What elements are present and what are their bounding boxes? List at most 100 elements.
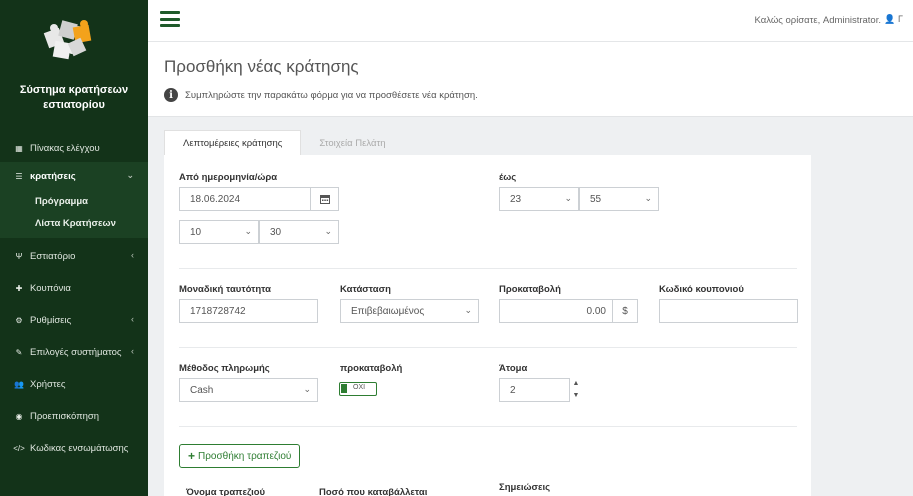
menu-toggle-icon[interactable]: [160, 11, 180, 29]
sidebar-subitem-booking-list[interactable]: Λίστα Κρατήσεων: [0, 212, 148, 238]
brand-line-2: εστιατορίου: [43, 99, 105, 111]
sidebar-item-label: Εστιατόριο: [30, 250, 76, 262]
chevron-left-icon: ‹: [131, 314, 134, 324]
from-hour-value: 10: [190, 226, 202, 238]
to-hour-value: 23: [510, 193, 522, 205]
users-icon: 👥: [14, 379, 24, 389]
brand-line-1: Σύστημα κρατήσεων: [19, 84, 129, 96]
divider: [179, 347, 797, 348]
people-stepper[interactable]: ▲ ▼: [570, 378, 582, 402]
divider: [179, 268, 797, 269]
sidebar-item-label: Προεπισκόπηση: [30, 410, 100, 422]
page-hint: i Συμπληρώστε την παρακάτω φόρμα για να …: [164, 88, 478, 102]
chevron-left-icon: ‹: [131, 250, 134, 260]
unique-id-input[interactable]: 1718728742: [179, 299, 318, 323]
user-initial: Γ: [898, 14, 903, 24]
page-header: Προσθήκη νέας κράτησης i Συμπληρώστε την…: [148, 42, 913, 117]
sidebar-item-settings[interactable]: ⚙ Ρυθμίσεις ‹: [0, 306, 148, 334]
notes-label: Σημειώσεις: [499, 482, 551, 493]
cogs-icon: ⚙: [15, 315, 23, 325]
add-table-button[interactable]: + Προσθήκη τραπεζιού: [179, 444, 301, 468]
sidebar-item-embed-code[interactable]: </> Κωδικας ενσωμάτωσης: [0, 434, 148, 462]
sidebar-item-label: Χρήστες: [30, 378, 66, 390]
code-icon: </>: [13, 443, 25, 453]
sidebar-item-label: Ρυθμίσεις: [30, 314, 72, 326]
sidebar-subitem-label: Πρόγραμμα: [35, 195, 89, 207]
amount-column: Ποσό που καταβάλλεται: [319, 487, 428, 496]
people-input[interactable]: 2: [499, 378, 570, 402]
restaurant-icon: Ψ: [15, 251, 23, 261]
date-input[interactable]: 18.06.2024: [179, 187, 311, 211]
sidebar-menu: ▦ Πίνακας ελέγχου ☰ κρατήσεις ⌄ Πρόγραμμ…: [0, 134, 148, 462]
sidebar-item-coupons[interactable]: ✚ Κουπόνια: [0, 274, 148, 302]
sidebar-item-preview[interactable]: ◉ Προεπισκόπηση: [0, 402, 148, 430]
from-datetime-label: Από ημερομηνία/ώρα: [179, 172, 278, 183]
dashboard-icon: ▦: [15, 143, 23, 153]
user-menu[interactable]: 👤 Γ: [884, 14, 903, 25]
sidebar: Σύστημα κρατήσεων εστιατορίου ▦ Πίνακας …: [0, 0, 148, 496]
info-icon: i: [164, 88, 178, 102]
deposit-label: Προκαταβολή: [499, 284, 561, 295]
chevron-down-icon: ⌄: [126, 170, 134, 180]
divider: [179, 426, 797, 427]
calendar-glyph: [319, 195, 330, 204]
sidebar-item-users[interactable]: 👥 Χρήστες: [0, 370, 148, 398]
list-icon: ☰: [15, 171, 23, 181]
unique-id-label: Μοναδική ταυτότητα: [179, 284, 271, 295]
currency-addon: $: [612, 299, 638, 323]
sidebar-item-bookings[interactable]: ☰ κρατήσεις ⌄: [0, 162, 148, 190]
topbar: Καλώς ορίσατε, Administrator. 👤 Γ: [148, 0, 913, 42]
chevron-down-icon: ⌄: [324, 226, 332, 236]
sidebar-item-system-options[interactable]: ✎ Επιλογές συστήματος ‹: [0, 338, 148, 366]
status-value: Επιβεβαιωμένος: [351, 305, 425, 317]
prepay-toggle[interactable]: ΟΧΙ: [339, 382, 377, 396]
brand-title: Σύστημα κρατήσεων εστιατορίου: [0, 83, 148, 113]
gift-icon: ✚: [15, 283, 23, 293]
wrench-icon: ✎: [15, 347, 23, 357]
hint-text: Συμπληρώστε την παρακάτω φόρμα για να πρ…: [185, 89, 478, 101]
sidebar-item-label: κρατήσεις: [30, 170, 76, 182]
deposit-input[interactable]: 0.00: [499, 299, 613, 323]
people-label: Άτομα: [499, 363, 528, 374]
payment-method-label: Μέθοδος πληρωμής: [179, 363, 270, 374]
sidebar-item-label: Πίνακας ελέγχου: [30, 142, 100, 154]
coupon-input[interactable]: [659, 299, 798, 323]
welcome-text: Καλώς ορίσατε, Administrator.: [754, 15, 881, 26]
coupon-label: Κωδικό κουπονιού: [659, 284, 744, 295]
tab-booking-details[interactable]: Λεπτομέρειες κράτησης: [164, 130, 302, 156]
eye-icon: ◉: [15, 411, 23, 421]
to-hour-select[interactable]: 23 ⌄: [499, 187, 579, 211]
table-name-column: Όνομα τραπεζιού: [186, 487, 266, 496]
payment-method-value: Cash: [190, 384, 214, 396]
payment-method-select[interactable]: Cash ⌄: [179, 378, 318, 402]
from-minute-value: 30: [270, 226, 282, 238]
sidebar-subitem-label: Λίστα Κρατήσεων: [35, 217, 116, 229]
prepay-label: προκαταβολή: [340, 363, 403, 374]
calendar-icon[interactable]: [310, 187, 339, 211]
sidebar-item-restaurant[interactable]: Ψ Εστιατόριο ‹: [0, 242, 148, 270]
sidebar-item-dashboard[interactable]: ▦ Πίνακας ελέγχου: [0, 134, 148, 162]
chevron-down-icon[interactable]: ▼: [570, 390, 582, 402]
toggle-text: ΟΧΙ: [353, 384, 366, 391]
status-select[interactable]: Επιβεβαιωμένος ⌄: [340, 299, 479, 323]
from-hour-select[interactable]: 10 ⌄: [179, 220, 259, 244]
form-tabs: Λεπτομέρειες κράτησης Στοιχεία Πελάτη: [164, 130, 403, 156]
add-table-label: Προσθήκη τραπεζιού: [198, 450, 292, 462]
chevron-up-icon[interactable]: ▲: [570, 378, 582, 390]
chevron-down-icon: ⌄: [564, 193, 572, 203]
tab-customer-details[interactable]: Στοιχεία Πελάτη: [301, 130, 403, 156]
sidebar-item-label: Κωδικας ενσωμάτωσης: [30, 442, 129, 454]
sidebar-item-label: Κουπόνια: [30, 282, 71, 294]
toggle-knob: [341, 384, 347, 393]
sidebar-item-label: Επιλογές συστήματος: [30, 346, 122, 358]
to-label: έως: [499, 172, 517, 183]
chevron-down-icon: ⌄: [303, 384, 311, 394]
chevron-left-icon: ‹: [131, 346, 134, 356]
sidebar-subitem-schedule[interactable]: Πρόγραμμα: [0, 190, 148, 212]
page-title: Προσθήκη νέας κράτησης: [164, 57, 359, 76]
to-minute-value: 55: [590, 193, 602, 205]
chevron-down-icon: ⌄: [644, 193, 652, 203]
status-label: Κατάσταση: [340, 284, 391, 295]
to-minute-select[interactable]: 55 ⌄: [579, 187, 659, 211]
from-minute-select[interactable]: 30 ⌄: [259, 220, 339, 244]
